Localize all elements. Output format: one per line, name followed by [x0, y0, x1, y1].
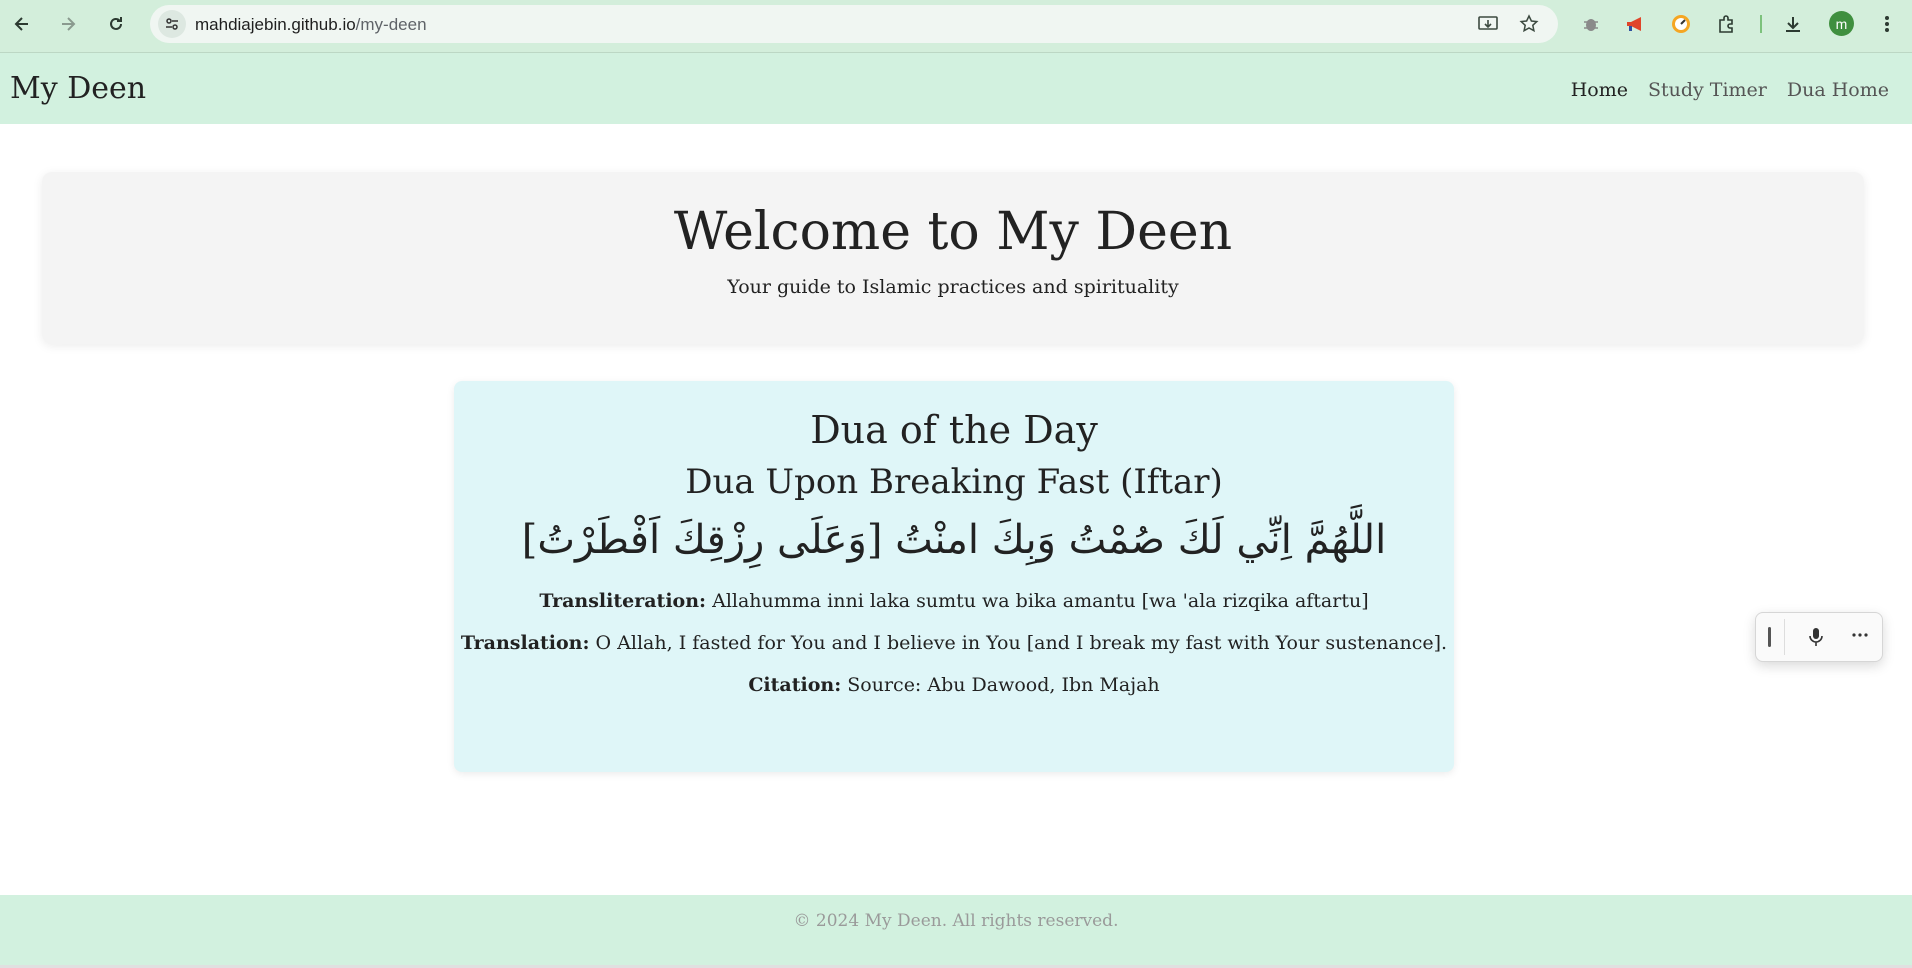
browser-toolbar: mahdiajebin.github.io/my-deen m — [0, 0, 1912, 53]
dua-name: Dua Upon Breaking Fast (Iftar) — [685, 462, 1223, 502]
address-bar[interactable]: mahdiajebin.github.io/my-deen — [150, 5, 1558, 43]
nav-link-dua-home[interactable]: Dua Home — [1787, 79, 1889, 101]
drag-handle-icon[interactable] — [1768, 627, 1771, 647]
site-info-icon[interactable] — [158, 10, 186, 38]
site-header: My Deen Home Study Timer Dua Home — [0, 53, 1912, 124]
citation-label: Citation: — [748, 674, 842, 696]
dua-transliteration: Transliteration: Allahumma inni laka sum… — [454, 590, 1454, 612]
translation-label: Translation: — [460, 632, 590, 654]
speedometer-extension-icon[interactable] — [1668, 11, 1694, 37]
back-icon[interactable] — [8, 10, 36, 38]
bookmark-star-icon[interactable] — [1517, 12, 1541, 36]
footer-copyright: © 2024 My Deen. All rights reserved. — [793, 911, 1119, 931]
url-path: /my-deen — [355, 15, 427, 34]
voice-input-widget — [1755, 612, 1883, 662]
downloads-icon[interactable] — [1780, 11, 1806, 37]
reload-icon[interactable] — [102, 10, 130, 38]
profile-avatar[interactable]: m — [1829, 11, 1854, 36]
toolbar-divider — [1760, 15, 1762, 33]
bug-extension-icon[interactable] — [1578, 11, 1604, 37]
nav-link-study-timer[interactable]: Study Timer — [1648, 79, 1767, 101]
translation-text: O Allah, I fasted for You and I believe … — [589, 632, 1448, 654]
dua-translation: Translation: O Allah, I fasted for You a… — [454, 632, 1454, 654]
citation-text: Source: Abu Dawood, Ibn Majah — [841, 674, 1160, 696]
transliteration-text: Allahumma inni laka sumtu wa bika amantu… — [706, 590, 1369, 612]
transliteration-label: Transliteration: — [539, 590, 707, 612]
site-brand[interactable]: My Deen — [10, 71, 146, 106]
dua-of-the-day-card: Dua of the Day Dua Upon Breaking Fast (I… — [454, 381, 1454, 772]
extensions-puzzle-icon[interactable] — [1713, 11, 1739, 37]
more-options-icon[interactable] — [1848, 623, 1872, 647]
hero-title: Welcome to My Deen — [673, 202, 1233, 262]
url-text: mahdiajebin.github.io/my-deen — [195, 15, 427, 35]
browser-menu-icon[interactable] — [1874, 11, 1900, 37]
dua-section-title: Dua of the Day — [810, 408, 1098, 452]
main-nav: Home Study Timer Dua Home — [1571, 79, 1889, 101]
widget-divider — [1784, 619, 1785, 655]
forward-icon[interactable] — [54, 10, 82, 38]
dua-citation: Citation: Source: Abu Dawood, Ibn Majah — [454, 674, 1454, 696]
nav-link-home[interactable]: Home — [1571, 79, 1628, 101]
dua-arabic-text: اللَّهُمَّ اِنِّي لَكَ صُمْتُ وَبِكَ امن… — [521, 517, 1387, 563]
url-host: mahdiajebin.github.io — [195, 15, 356, 34]
microphone-icon[interactable] — [1804, 625, 1828, 649]
site-footer: © 2024 My Deen. All rights reserved. — [0, 895, 1912, 965]
install-app-icon[interactable] — [1476, 12, 1500, 36]
hero-section: Welcome to My Deen Your guide to Islamic… — [42, 172, 1864, 344]
megaphone-extension-icon[interactable] — [1623, 11, 1649, 37]
hero-subtitle: Your guide to Islamic practices and spir… — [727, 276, 1179, 298]
